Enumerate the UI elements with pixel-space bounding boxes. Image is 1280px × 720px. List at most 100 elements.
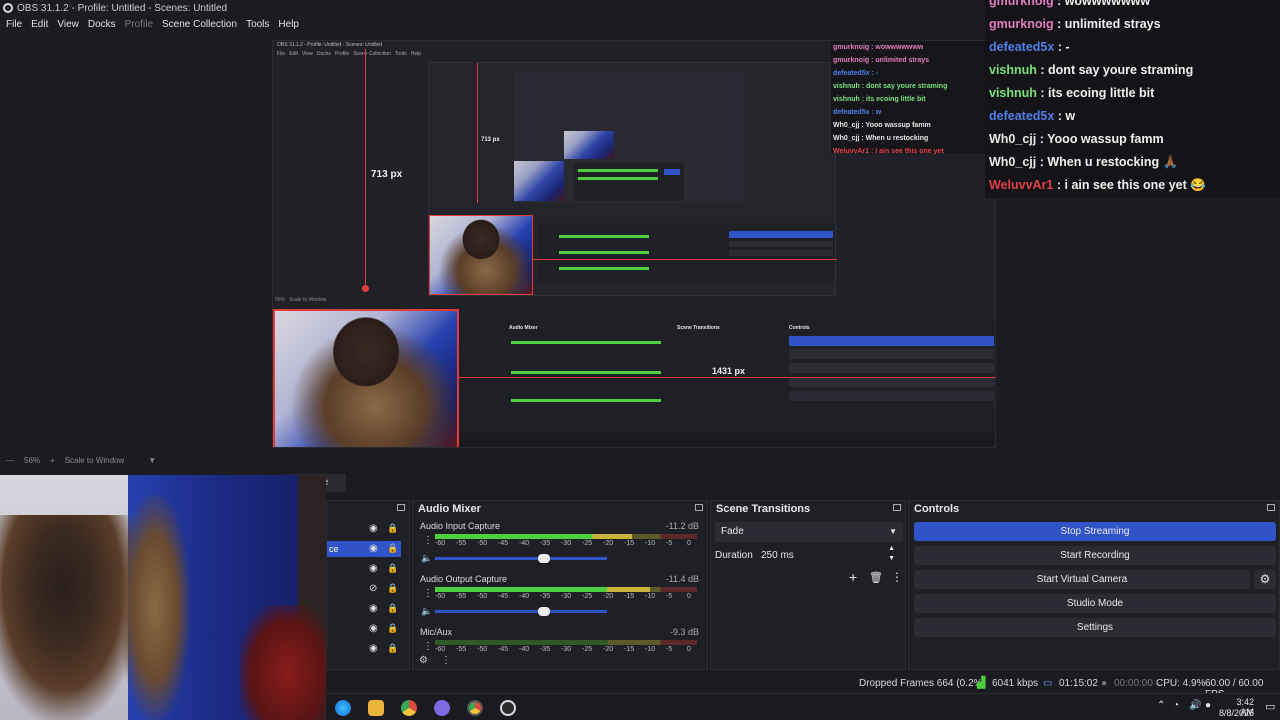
mixer-menu-icon[interactable]: ⋮	[441, 655, 451, 666]
lock-icon[interactable]: 🔒	[387, 583, 398, 594]
obs-icon[interactable]	[500, 700, 516, 716]
chat-separator: :	[1054, 109, 1066, 123]
zoom-bar: — 56% + Scale to Window ▼	[0, 452, 1280, 468]
dock-undock-icon[interactable]	[893, 504, 901, 511]
transition-value: Fade	[721, 526, 744, 537]
nested-preview-level2: 713 px	[428, 62, 837, 296]
scale-tick: -45	[498, 593, 509, 600]
channel-menu-icon[interactable]: ⋮	[423, 588, 433, 599]
scale-tick: -30	[561, 593, 572, 600]
chrome-icon[interactable]	[401, 700, 417, 716]
zoom-in-button[interactable]: +	[50, 456, 55, 465]
nested-docks	[539, 223, 835, 283]
chat-text: dont say youre straming	[1048, 63, 1194, 77]
settings-button[interactable]: Settings	[914, 618, 1276, 637]
menu-profile[interactable]: Profile	[125, 19, 153, 30]
eye-icon[interactable]: ◉	[369, 603, 378, 614]
scale-tick: -60	[435, 593, 446, 600]
display-capture-source[interactable]: OBS 31.1.2 - Profile: Untitled - Scenes:…	[272, 40, 996, 448]
channel-menu-icon[interactable]: ⋮	[423, 641, 433, 652]
eye-icon[interactable]: ◉	[369, 643, 378, 654]
scale-tick: -5	[666, 593, 673, 600]
volume-slider[interactable]	[435, 607, 607, 616]
width-label: 1431 px	[712, 366, 746, 376]
eye-icon[interactable]: ◉	[369, 623, 378, 634]
tray-chevron-icon[interactable]: ⌃	[1157, 700, 1165, 711]
virtual-camera-gear-icon[interactable]: ⚙	[1254, 570, 1276, 589]
scale-tick: -40	[519, 593, 530, 600]
nested-webcam-selected[interactable]	[273, 309, 459, 447]
plus-icon[interactable]: +	[849, 569, 857, 585]
guide-handle[interactable]	[362, 285, 369, 292]
audio-mixer-title: Audio Mixer	[418, 503, 481, 515]
mixer-gear-icon[interactable]: ⚙	[419, 655, 428, 666]
wifi-icon[interactable]: ◔	[1173, 700, 1179, 711]
eye-icon[interactable]: ◉	[369, 563, 378, 574]
volume-icon[interactable]: 🔊	[1189, 700, 1201, 711]
duration-input[interactable]: 250 ms ▲ ▼	[757, 544, 903, 566]
transition-select[interactable]: Fade ▼	[715, 522, 903, 542]
clock-date[interactable]: 8/8/2025	[1209, 708, 1254, 718]
menu-file[interactable]: File	[6, 19, 22, 30]
scale-tick: -45	[498, 646, 509, 653]
chrome-profile-icon[interactable]	[467, 700, 483, 716]
lock-icon[interactable]: 🔒	[387, 623, 398, 634]
menu-scene-collection[interactable]: Scene Collection	[162, 19, 237, 30]
dock-undock-icon[interactable]	[1267, 504, 1275, 511]
lock-icon[interactable]: 🔒	[387, 523, 398, 534]
zoom-percent: 56%	[24, 455, 41, 465]
chat-message: gmurknoig : wowwwwwww	[989, 0, 1150, 8]
chat-message: Wh0_cjj : Yooo wassup famm	[989, 132, 1164, 146]
discord-like-icon[interactable]	[434, 700, 450, 716]
trash-icon[interactable]: 🗑	[869, 571, 883, 584]
stepper-icon[interactable]: ▲ ▼	[888, 544, 895, 564]
nested-height-label: 713 px	[481, 137, 500, 143]
scale-tick: -40	[519, 646, 530, 653]
zoom-out-button[interactable]: —	[6, 456, 14, 465]
zoom-dropdown-icon[interactable]: ▼	[148, 456, 156, 465]
chat-message: gmurknoig : unlimited strays	[989, 17, 1161, 31]
dock-undock-icon[interactable]	[397, 504, 405, 511]
start-virtual-camera-button[interactable]: Start Virtual Camera	[914, 570, 1250, 589]
channel-meter-level	[435, 587, 650, 592]
notification-icon[interactable]: ▭	[1265, 700, 1275, 713]
kebab-icon[interactable]: ⋮	[891, 570, 903, 584]
menu-docks[interactable]: Docks	[88, 19, 116, 30]
folder-icon[interactable]	[368, 700, 384, 716]
eye-icon[interactable]: ◉	[369, 523, 378, 534]
height-label: 713 px	[371, 169, 403, 180]
channel-menu-icon[interactable]: ⋮	[423, 535, 433, 546]
speaker-icon[interactable]: 🔈	[421, 606, 432, 617]
menu-tools[interactable]: Tools	[246, 19, 269, 30]
lock-icon[interactable]: 🔒	[387, 603, 398, 614]
menu-view[interactable]: View	[57, 19, 79, 30]
chat-text: w	[1065, 109, 1076, 123]
status-bar: Dropped Frames 664 (0.2%) ▟ 6041 kbps ▭ …	[325, 676, 1280, 700]
chat-text: i ain see this one yet 😂	[1064, 178, 1206, 192]
stop-streaming-button[interactable]: Stop Streaming	[914, 522, 1276, 541]
edge-icon[interactable]	[335, 700, 351, 716]
chat-text: its ecoing little bit	[1048, 86, 1155, 100]
eye-icon[interactable]: ⊘	[369, 583, 377, 594]
menu-help[interactable]: Help	[278, 19, 299, 30]
scale-tick: -50	[477, 540, 488, 547]
lock-icon[interactable]: 🔒	[387, 643, 398, 654]
speaker-icon[interactable]: 🔈	[421, 553, 432, 564]
scale-tick: -5	[666, 540, 673, 547]
chat-text: wowwwwwww	[1064, 0, 1151, 8]
start-recording-button[interactable]: Start Recording	[914, 546, 1276, 565]
channel-db: -11.2 dB	[665, 521, 699, 531]
volume-slider-handle[interactable]	[538, 607, 551, 616]
volume-slider[interactable]	[435, 554, 607, 563]
eye-icon[interactable]: ◉	[369, 543, 378, 554]
lock-icon[interactable]: 🔒	[387, 543, 398, 554]
chat-message: defeated5x : -	[989, 40, 1070, 54]
menu-edit[interactable]: Edit	[31, 19, 48, 30]
nested-menu: File Edit View Docks Profile Scene Colle…	[277, 51, 422, 57]
volume-slider-handle[interactable]	[538, 554, 551, 563]
studio-mode-button[interactable]: Studio Mode	[914, 594, 1276, 613]
lock-icon[interactable]: 🔒	[387, 563, 398, 574]
scale-tick: -55	[456, 593, 467, 600]
dock-undock-icon[interactable]	[695, 504, 703, 511]
zoom-mode[interactable]: Scale to Window	[65, 456, 125, 465]
